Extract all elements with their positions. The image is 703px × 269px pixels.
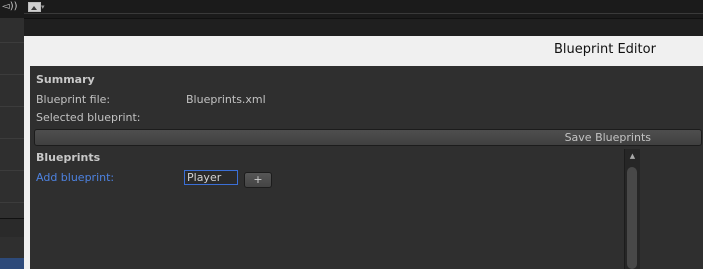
- add-blueprint-label: Add blueprint:: [36, 171, 115, 184]
- grid-line: [0, 138, 24, 139]
- save-blueprints-button[interactable]: Save Blueprints: [34, 129, 702, 146]
- blueprint-file-label: Blueprint file:: [36, 93, 111, 106]
- grid-line: [0, 42, 24, 43]
- background-bar: [0, 218, 24, 237]
- selection-highlight: [0, 258, 24, 269]
- window-titlebar[interactable]: Blueprint Editor: [24, 36, 703, 66]
- scroll-thumb[interactable]: [627, 167, 637, 269]
- blueprint-file-value: Blueprints.xml: [186, 93, 266, 106]
- selected-blueprint-label: Selected blueprint:: [36, 111, 141, 124]
- grid-line: [0, 170, 24, 171]
- blueprints-heading: Blueprints: [36, 151, 101, 164]
- blueprint-name-input[interactable]: [184, 170, 238, 185]
- audio-icon[interactable]: ◅)): [2, 0, 22, 14]
- grid-line: [0, 202, 24, 203]
- grid-line: [0, 74, 24, 75]
- editor-content: Summary Blueprint file: Blueprints.xml S…: [30, 66, 703, 269]
- blueprint-editor-window: Blueprint Editor Summary Blueprint file:…: [24, 36, 703, 269]
- vertical-scrollbar[interactable]: ▲: [624, 149, 640, 269]
- editor-screen: ◅)) ▾ Blueprint Editor Summary Blueprint…: [0, 0, 703, 269]
- toolbar-divider: [24, 13, 703, 14]
- background-panel: [0, 18, 24, 269]
- chevron-down-icon[interactable]: ▾: [41, 0, 45, 14]
- add-blueprint-button[interactable]: +: [244, 172, 272, 188]
- window-title: Blueprint Editor: [554, 42, 656, 57]
- top-toolbar: ◅)) ▾: [0, 0, 703, 19]
- grid-line: [0, 106, 24, 107]
- scroll-up-icon[interactable]: ▲: [625, 149, 640, 163]
- save-button-label: Save Blueprints: [564, 131, 651, 144]
- summary-heading: Summary: [36, 73, 95, 86]
- image-icon[interactable]: [28, 2, 41, 12]
